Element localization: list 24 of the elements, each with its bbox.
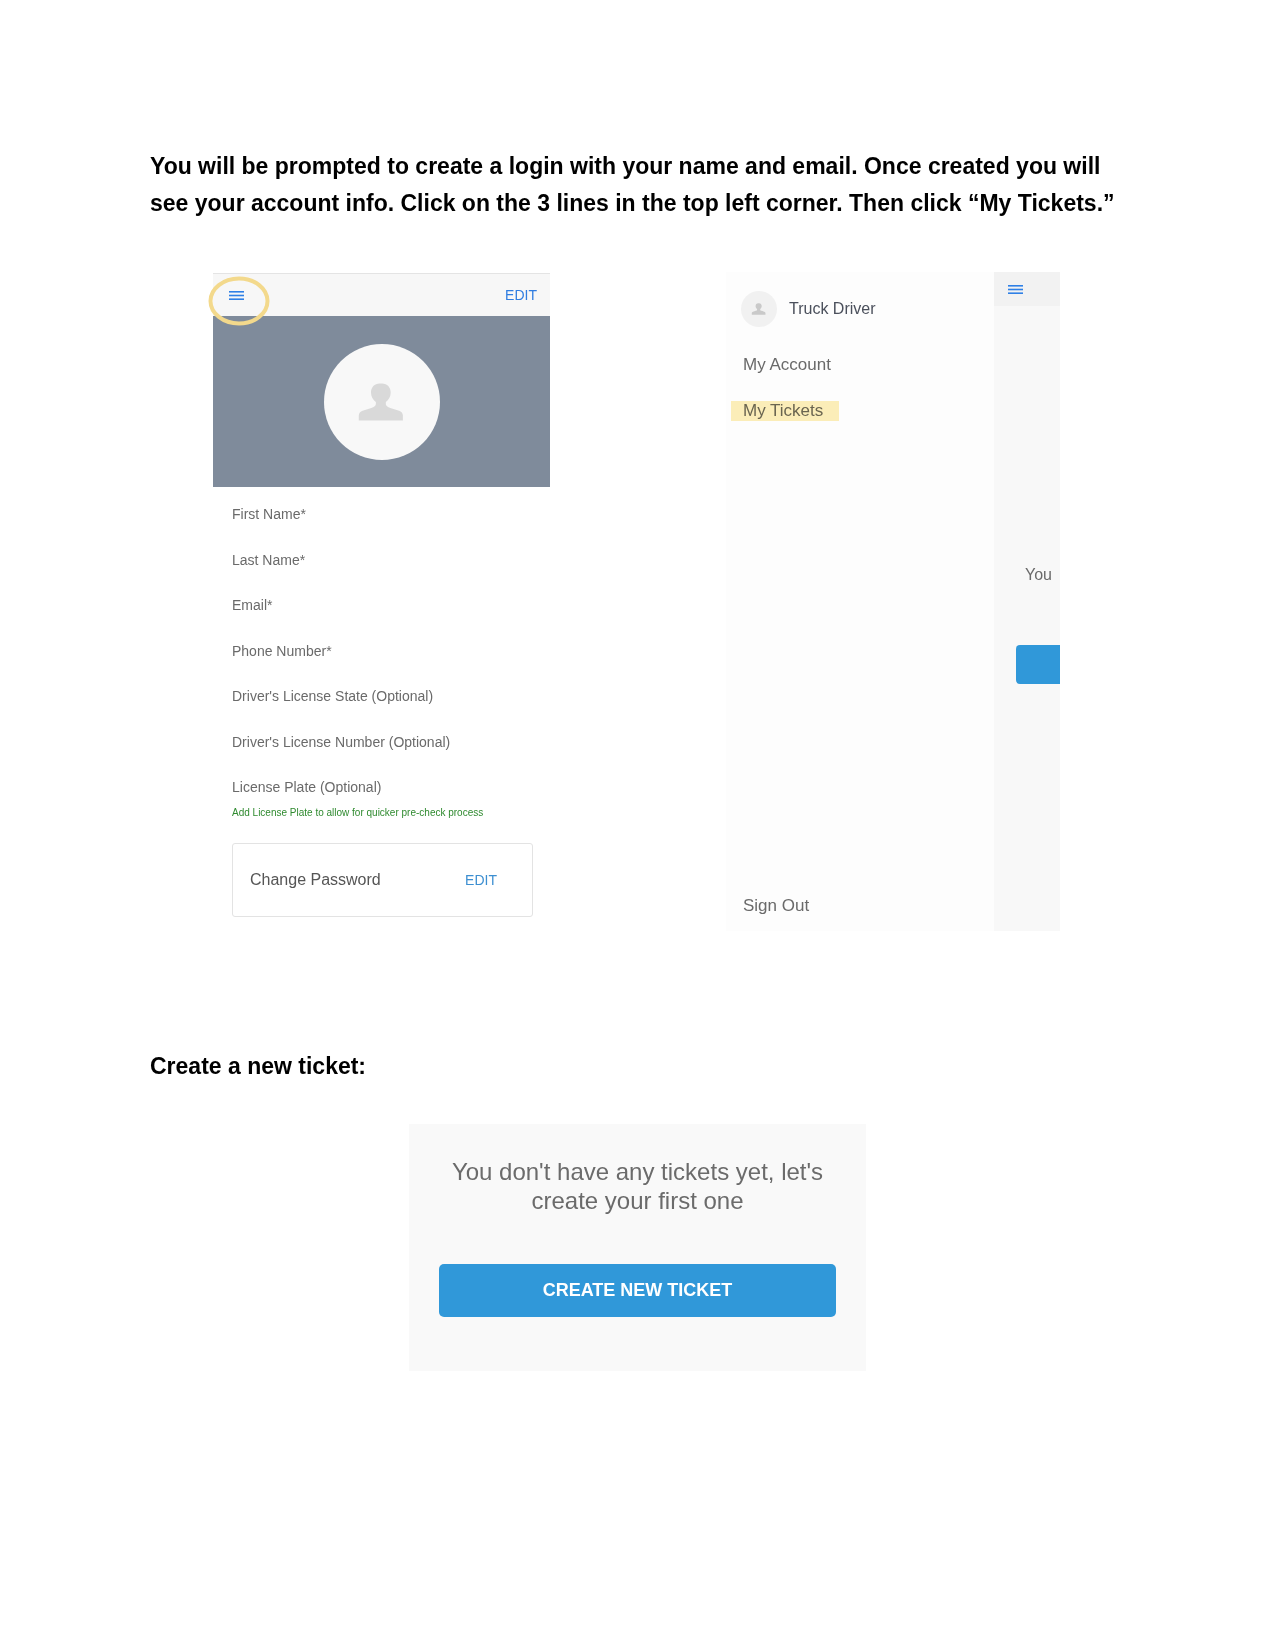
field-label: Phone Number* xyxy=(232,641,332,661)
field-label: Last Name* xyxy=(232,550,306,570)
message-text: You xyxy=(1025,565,1052,585)
empty-message: You don't have any tickets yet, let's create your first one xyxy=(450,1157,825,1215)
field-label: Driver's License Number (Optional) xyxy=(232,732,451,752)
menu-icon[interactable] xyxy=(229,290,244,300)
sign-out-link[interactable]: Sign Out xyxy=(743,895,810,917)
menu-item[interactable]: My Tickets xyxy=(731,401,840,421)
hint-text: Add License Plate to allow for quicker pre-check process xyxy=(232,806,484,820)
field-label: Email* xyxy=(232,596,273,615)
field-label: License Plate (Optional) xyxy=(232,778,382,797)
instruction-text: You will be prompted to create a login with your name and email. Once created you will see your account info. Click on the 3 lines in the top left corner. Then click “My Tickets.” xyxy=(150,152,1116,218)
menu-icon[interactable] xyxy=(1008,284,1023,294)
user-name: Truck Driver xyxy=(789,299,876,319)
section-heading: Create a new ticket: xyxy=(150,1052,367,1081)
avatar-icon xyxy=(741,291,777,327)
create-ticket-button[interactable]: CREATE NEW TICKET xyxy=(439,1264,836,1317)
field-label: Driver's License State (Optional) xyxy=(232,687,434,706)
edit-button[interactable]: EDIT xyxy=(465,871,497,889)
menu-item[interactable]: My Account xyxy=(743,355,831,375)
avatar-icon xyxy=(323,343,440,460)
edit-button[interactable]: EDIT xyxy=(505,286,537,304)
password-label: Change Password xyxy=(250,870,381,890)
field-label: First Name* xyxy=(232,505,306,524)
